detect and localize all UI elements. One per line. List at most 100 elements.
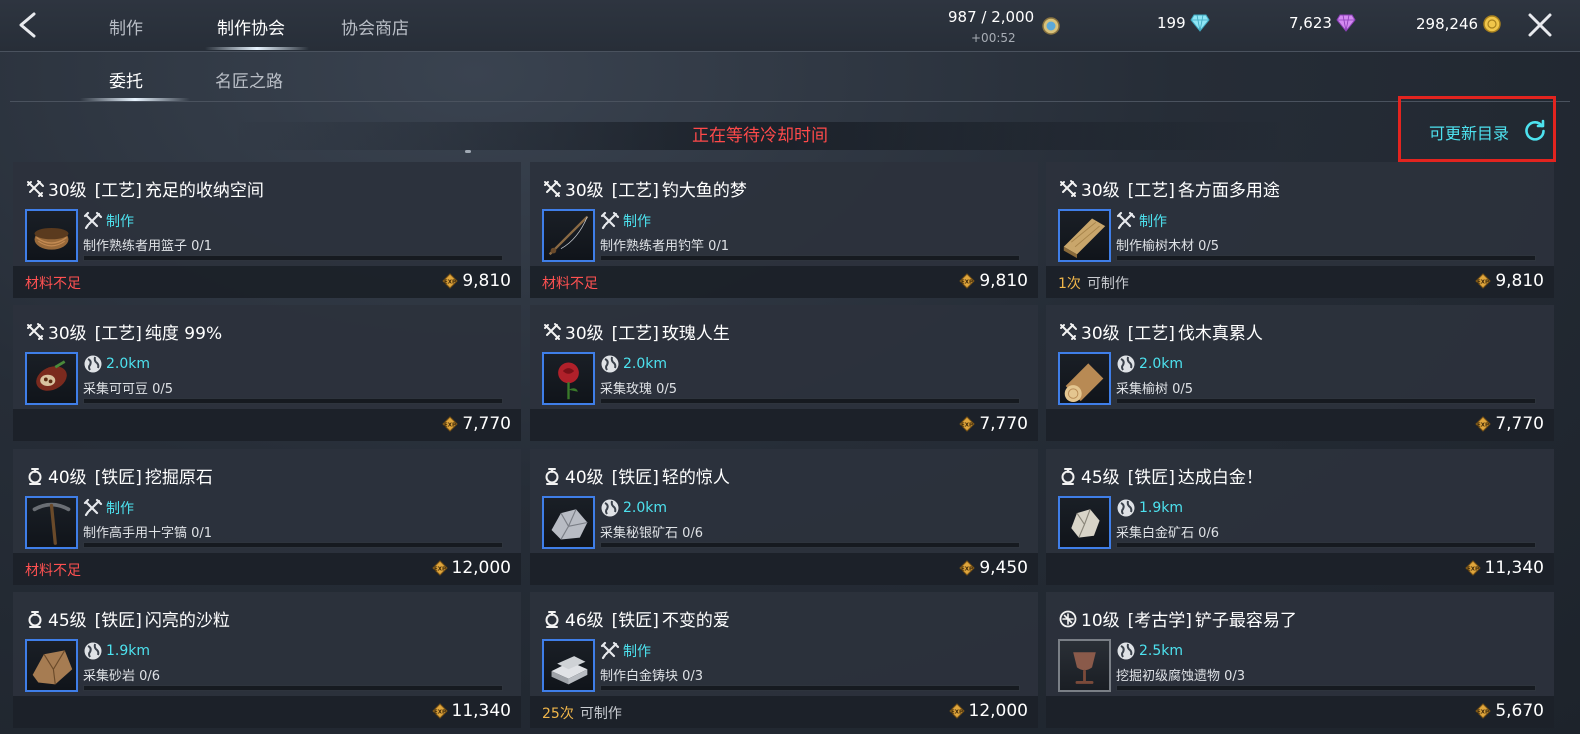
tab-guild-shop[interactable]: 协会商店 <box>341 14 409 39</box>
craft-icon <box>1060 322 1077 340</box>
quest-category: [工艺] <box>94 181 142 201</box>
exp-reward: EXP 11,340 <box>1464 558 1544 578</box>
quest-card[interactable]: 40级 [铁匠] 挖掘原石 制作 制作高手用十字镐 0/1 材料不足 EXP 1… <box>13 449 521 585</box>
card-footer: 材料不足 EXP 9,810 <box>530 266 1038 298</box>
item-thumbnail[interactable] <box>25 209 78 262</box>
subtab-master-road[interactable]: 名匠之路 <box>215 67 283 92</box>
status-craftable: 25次 可制作 <box>542 703 622 723</box>
quest-title: 30级 [工艺] 钓大鱼的梦 <box>542 176 747 201</box>
globe-icon <box>601 499 619 517</box>
quest-type: 2.0km <box>600 498 667 518</box>
quest-card[interactable]: 46级 [铁匠] 不变的爱 制作 制作白金铸块 0/3 25次 可制作 EXP 1… <box>530 592 1038 728</box>
quest-category: [铁匠] <box>611 468 659 488</box>
svg-text:EXP: EXP <box>961 567 973 573</box>
item-thumbnail[interactable] <box>25 639 78 692</box>
quest-level: 30级 <box>48 181 87 201</box>
quest-level: 30级 <box>1081 324 1120 344</box>
exp-value: 7,770 <box>1495 414 1544 434</box>
gold-currency[interactable]: 298,246 <box>1416 14 1502 34</box>
item-thumbnail[interactable] <box>1058 496 1111 549</box>
item-thumbnail[interactable] <box>25 352 78 405</box>
quest-card[interactable]: 45级 [铁匠] 闪亮的沙粒 1.9km 采集砂岩 0/6 EXP 11,340 <box>13 592 521 728</box>
quest-objective: 采集榆树 0/5 <box>1116 382 1194 397</box>
log-icon <box>1064 363 1104 403</box>
exp-value: 9,810 <box>1495 271 1544 291</box>
tab-crafting[interactable]: 制作 <box>109 14 143 39</box>
close-icon[interactable] <box>1525 10 1555 40</box>
item-thumbnail[interactable] <box>1058 209 1111 262</box>
quest-category: [铁匠] <box>94 611 142 631</box>
item-thumbnail[interactable] <box>542 639 595 692</box>
item-thumbnail[interactable] <box>1058 352 1111 405</box>
quest-level: 30级 <box>565 181 604 201</box>
quest-type: 2.0km <box>83 354 150 374</box>
tab-crafting-guild[interactable]: 制作协会 <box>217 14 285 39</box>
exp-reward: EXP 9,810 <box>959 271 1028 291</box>
quest-type-label: 2.0km <box>106 356 151 372</box>
quest-name: 闪亮的沙粒 <box>144 611 230 631</box>
progress-bar <box>1116 255 1536 261</box>
quest-type-label: 制作 <box>623 214 651 230</box>
item-thumbnail[interactable] <box>542 496 595 549</box>
quest-card[interactable]: 30级 [工艺] 各方面多用途 制作 制作榆树木材 0/5 1次 可制作 EXP … <box>1046 162 1554 298</box>
item-thumbnail[interactable] <box>1058 639 1111 692</box>
refresh-label: 可更新目录 <box>1429 124 1510 143</box>
quest-name: 钓大鱼的梦 <box>661 181 747 201</box>
quest-category: [考古学] <box>1127 611 1192 631</box>
gold-count: 298,246 <box>1416 15 1479 33</box>
quest-type: 1.9km <box>1116 498 1183 518</box>
status-craftable: 1次 可制作 <box>1058 273 1129 293</box>
exp-icon: EXP <box>1464 560 1481 576</box>
card-footer: EXP 7,770 <box>13 409 521 441</box>
diamond-currency[interactable]: 199 <box>1157 14 1210 32</box>
quest-card[interactable]: 45级 [铁匠] 达成白金！ 1.9km 采集白金矿石 0/6 EXP 11,3… <box>1046 449 1554 585</box>
quest-title: 30级 [工艺] 各方面多用途 <box>1058 176 1280 201</box>
pickaxe-icon <box>32 502 71 545</box>
quest-level: 45级 <box>1081 468 1120 488</box>
subtab-commission[interactable]: 委托 <box>109 67 143 92</box>
quest-name: 充足的收纳空间 <box>144 181 264 201</box>
exp-value: 9,810 <box>979 271 1028 291</box>
tools-icon <box>600 641 620 660</box>
exp-reward: EXP 12,000 <box>948 701 1028 721</box>
quest-card[interactable]: 30级 [工艺] 钓大鱼的梦 制作 制作熟练者用钓竿 0/1 材料不足 EXP … <box>530 162 1038 298</box>
quest-type-label: 2.0km <box>623 500 668 516</box>
quest-card[interactable]: 30级 [工艺] 伐木真累人 2.0km 采集榆树 0/5 EXP 7,770 <box>1046 305 1554 441</box>
quest-category: [铁匠] <box>611 611 659 631</box>
quest-type-label: 1.9km <box>1139 500 1184 516</box>
exp-reward: EXP 11,340 <box>431 701 511 721</box>
quest-card[interactable]: 40级 [铁匠] 轻的惊人 2.0km 采集秘银矿石 0/6 EXP 9,450 <box>530 449 1038 585</box>
exp-reward: EXP 7,770 <box>959 414 1028 434</box>
stamina-timer: +00:52 <box>971 31 1016 45</box>
refresh-catalog-button[interactable]: 可更新目录 <box>1398 96 1556 162</box>
sub-tab-bar: 委托 名匠之路 <box>10 52 1570 102</box>
smith-icon <box>28 467 42 485</box>
card-footer: EXP 9,450 <box>530 553 1038 585</box>
exp-reward: EXP 9,810 <box>442 271 511 291</box>
exp-reward: EXP 9,450 <box>959 558 1028 578</box>
back-arrow-icon[interactable] <box>14 10 44 40</box>
exp-reward: EXP 5,670 <box>1475 701 1544 721</box>
item-thumbnail[interactable] <box>542 352 595 405</box>
quest-name: 伐木真累人 <box>1177 324 1263 344</box>
gem-currency[interactable]: 7,623 <box>1289 14 1356 32</box>
quest-category: [铁匠] <box>1127 468 1175 488</box>
gold-coin-icon <box>1483 15 1501 33</box>
quest-objective: 采集秘银矿石 0/6 <box>600 526 704 541</box>
item-thumbnail[interactable] <box>542 209 595 262</box>
exp-icon: EXP <box>1475 273 1492 289</box>
quest-objective: 制作熟练者用钓竿 0/1 <box>600 239 730 254</box>
quest-card[interactable]: 30级 [工艺] 玫瑰人生 2.0km 采集玫瑰 0/5 EXP 7,770 <box>530 305 1038 441</box>
quest-title: 45级 [铁匠] 闪亮的沙粒 <box>25 606 230 631</box>
item-thumbnail[interactable] <box>25 496 78 549</box>
quest-card[interactable]: 30级 [工艺] 充足的收纳空间 制作 制作熟练者用篮子 0/1 材料不足 EX… <box>13 162 521 298</box>
exp-icon: EXP <box>959 273 976 289</box>
quest-type: 制作 <box>83 211 134 231</box>
quest-title: 40级 [铁匠] 挖掘原石 <box>25 463 213 488</box>
quest-card[interactable]: 10级 [考古学] 铲子最容易了 2.5km 挖掘初级腐蚀遗物 0/3 EXP … <box>1046 592 1554 728</box>
globe-icon <box>84 642 102 660</box>
tools-icon <box>83 498 103 517</box>
craft-count: 1次 <box>1058 276 1081 292</box>
globe-icon <box>84 355 102 373</box>
quest-card[interactable]: 30级 [工艺] 纯度 99% 2.0km 采集可可豆 0/5 EXP 7,77… <box>13 305 521 441</box>
